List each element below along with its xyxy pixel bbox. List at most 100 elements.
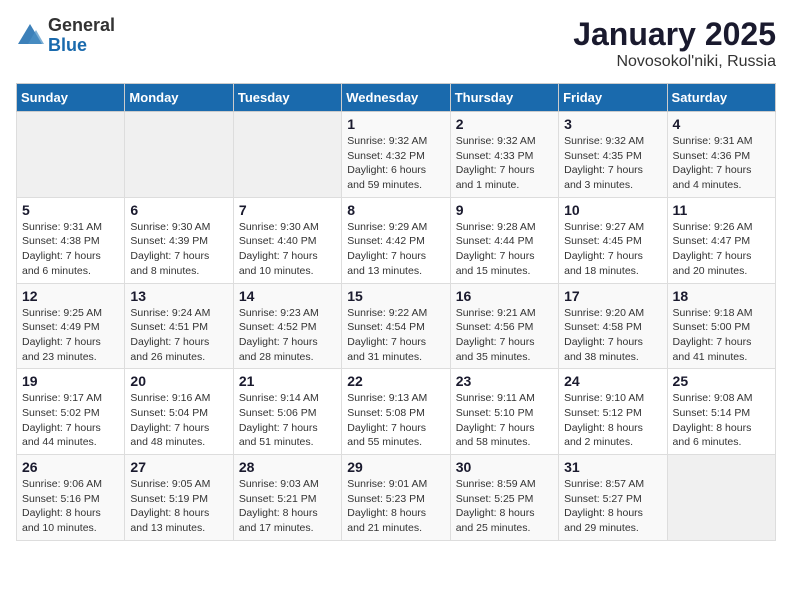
- day-number: 11: [673, 202, 770, 218]
- calendar-week-row: 26 Sunrise: 9:06 AMSunset: 5:16 PMDayligh…: [17, 455, 776, 541]
- day-info: Sunrise: 9:17 AMSunset: 5:02 PMDaylight:…: [22, 391, 119, 450]
- weekday-header: Monday: [125, 84, 233, 112]
- day-number: 19: [22, 373, 119, 389]
- calendar-cell: [667, 455, 775, 541]
- calendar-cell: 8 Sunrise: 9:29 AMSunset: 4:42 PMDaylight…: [342, 197, 450, 283]
- day-number: 22: [347, 373, 444, 389]
- day-info: Sunrise: 9:31 AMSunset: 4:38 PMDaylight:…: [22, 220, 119, 279]
- calendar-cell: 24 Sunrise: 9:10 AMSunset: 5:12 PMDayligh…: [559, 369, 667, 455]
- calendar-week-row: 12 Sunrise: 9:25 AMSunset: 4:49 PMDayligh…: [17, 283, 776, 369]
- weekday-header: Wednesday: [342, 84, 450, 112]
- day-number: 13: [130, 288, 227, 304]
- day-number: 9: [456, 202, 553, 218]
- day-info: Sunrise: 9:05 AMSunset: 5:19 PMDaylight:…: [130, 477, 227, 536]
- calendar-cell: 21 Sunrise: 9:14 AMSunset: 5:06 PMDayligh…: [233, 369, 341, 455]
- day-info: Sunrise: 8:57 AMSunset: 5:27 PMDaylight:…: [564, 477, 661, 536]
- calendar-cell: [17, 112, 125, 198]
- day-info: Sunrise: 9:22 AMSunset: 4:54 PMDaylight:…: [347, 306, 444, 365]
- day-number: 16: [456, 288, 553, 304]
- day-info: Sunrise: 9:27 AMSunset: 4:45 PMDaylight:…: [564, 220, 661, 279]
- calendar-cell: [125, 112, 233, 198]
- day-number: 1: [347, 116, 444, 132]
- day-number: 6: [130, 202, 227, 218]
- calendar-cell: 20 Sunrise: 9:16 AMSunset: 5:04 PMDayligh…: [125, 369, 233, 455]
- day-number: 15: [347, 288, 444, 304]
- weekday-header: Thursday: [450, 84, 558, 112]
- day-info: Sunrise: 9:32 AMSunset: 4:33 PMDaylight:…: [456, 134, 553, 193]
- calendar-cell: 16 Sunrise: 9:21 AMSunset: 4:56 PMDayligh…: [450, 283, 558, 369]
- day-number: 26: [22, 459, 119, 475]
- calendar-cell: 3 Sunrise: 9:32 AMSunset: 4:35 PMDaylight…: [559, 112, 667, 198]
- day-info: Sunrise: 9:20 AMSunset: 4:58 PMDaylight:…: [564, 306, 661, 365]
- weekday-header: Saturday: [667, 84, 775, 112]
- logo-icon: [16, 22, 44, 50]
- day-number: 12: [22, 288, 119, 304]
- day-info: Sunrise: 9:18 AMSunset: 5:00 PMDaylight:…: [673, 306, 770, 365]
- day-info: Sunrise: 9:26 AMSunset: 4:47 PMDaylight:…: [673, 220, 770, 279]
- calendar-cell: 13 Sunrise: 9:24 AMSunset: 4:51 PMDayligh…: [125, 283, 233, 369]
- day-number: 14: [239, 288, 336, 304]
- day-number: 29: [347, 459, 444, 475]
- day-info: Sunrise: 9:11 AMSunset: 5:10 PMDaylight:…: [456, 391, 553, 450]
- day-number: 31: [564, 459, 661, 475]
- day-info: Sunrise: 9:23 AMSunset: 4:52 PMDaylight:…: [239, 306, 336, 365]
- day-info: Sunrise: 9:01 AMSunset: 5:23 PMDaylight:…: [347, 477, 444, 536]
- day-number: 3: [564, 116, 661, 132]
- calendar-cell: 27 Sunrise: 9:05 AMSunset: 5:19 PMDayligh…: [125, 455, 233, 541]
- day-info: Sunrise: 9:29 AMSunset: 4:42 PMDaylight:…: [347, 220, 444, 279]
- weekday-header: Tuesday: [233, 84, 341, 112]
- day-info: Sunrise: 9:25 AMSunset: 4:49 PMDaylight:…: [22, 306, 119, 365]
- day-info: Sunrise: 8:59 AMSunset: 5:25 PMDaylight:…: [456, 477, 553, 536]
- calendar-week-row: 1 Sunrise: 9:32 AMSunset: 4:32 PMDaylight…: [17, 112, 776, 198]
- day-number: 21: [239, 373, 336, 389]
- calendar-week-row: 19 Sunrise: 9:17 AMSunset: 5:02 PMDayligh…: [17, 369, 776, 455]
- title-section: January 2025 Novosokol'niki, Russia: [573, 16, 776, 71]
- calendar-cell: 11 Sunrise: 9:26 AMSunset: 4:47 PMDayligh…: [667, 197, 775, 283]
- day-info: Sunrise: 9:08 AMSunset: 5:14 PMDaylight:…: [673, 391, 770, 450]
- calendar-cell: 29 Sunrise: 9:01 AMSunset: 5:23 PMDayligh…: [342, 455, 450, 541]
- weekday-header-row: SundayMondayTuesdayWednesdayThursdayFrid…: [17, 84, 776, 112]
- calendar-cell: 19 Sunrise: 9:17 AMSunset: 5:02 PMDayligh…: [17, 369, 125, 455]
- day-number: 17: [564, 288, 661, 304]
- day-number: 27: [130, 459, 227, 475]
- day-number: 20: [130, 373, 227, 389]
- calendar-cell: 5 Sunrise: 9:31 AMSunset: 4:38 PMDaylight…: [17, 197, 125, 283]
- day-number: 24: [564, 373, 661, 389]
- day-info: Sunrise: 9:32 AMSunset: 4:32 PMDaylight:…: [347, 134, 444, 193]
- day-info: Sunrise: 9:30 AMSunset: 4:39 PMDaylight:…: [130, 220, 227, 279]
- day-number: 8: [347, 202, 444, 218]
- day-info: Sunrise: 9:24 AMSunset: 4:51 PMDaylight:…: [130, 306, 227, 365]
- day-info: Sunrise: 9:14 AMSunset: 5:06 PMDaylight:…: [239, 391, 336, 450]
- day-number: 5: [22, 202, 119, 218]
- logo-general-text: General: [48, 16, 115, 36]
- day-info: Sunrise: 9:10 AMSunset: 5:12 PMDaylight:…: [564, 391, 661, 450]
- day-info: Sunrise: 9:06 AMSunset: 5:16 PMDaylight:…: [22, 477, 119, 536]
- calendar-cell: 22Sunrise: 9:13 AMSunset: 5:08 PMDayligh…: [342, 369, 450, 455]
- calendar-cell: 4Sunrise: 9:31 AMSunset: 4:36 PMDaylight…: [667, 112, 775, 198]
- page-header: General Blue January 2025 Novosokol'niki…: [16, 16, 776, 71]
- calendar-cell: 28Sunrise: 9:03 AMSunset: 5:21 PMDayligh…: [233, 455, 341, 541]
- day-info: Sunrise: 9:21 AMSunset: 4:56 PMDaylight:…: [456, 306, 553, 365]
- day-number: 2: [456, 116, 553, 132]
- calendar-cell: 15 Sunrise: 9:22 AMSunset: 4:54 PMDayligh…: [342, 283, 450, 369]
- calendar-cell: 14 Sunrise: 9:23 AMSunset: 4:52 PMDayligh…: [233, 283, 341, 369]
- day-number: 4: [673, 116, 770, 132]
- calendar-week-row: 5 Sunrise: 9:31 AMSunset: 4:38 PMDaylight…: [17, 197, 776, 283]
- calendar-cell: 25Sunrise: 9:08 AMSunset: 5:14 PMDayligh…: [667, 369, 775, 455]
- calendar-title: January 2025: [573, 16, 776, 53]
- day-number: 23: [456, 373, 553, 389]
- calendar-cell: 12 Sunrise: 9:25 AMSunset: 4:49 PMDayligh…: [17, 283, 125, 369]
- logo: General Blue: [16, 16, 115, 56]
- calendar-cell: 30 Sunrise: 8:59 AMSunset: 5:25 PMDayligh…: [450, 455, 558, 541]
- logo-blue-text: Blue: [48, 36, 115, 56]
- day-info: Sunrise: 9:32 AMSunset: 4:35 PMDaylight:…: [564, 134, 661, 193]
- day-info: Sunrise: 9:28 AMSunset: 4:44 PMDaylight:…: [456, 220, 553, 279]
- day-number: 7: [239, 202, 336, 218]
- calendar-cell: 23 Sunrise: 9:11 AMSunset: 5:10 PMDayligh…: [450, 369, 558, 455]
- calendar-cell: 26 Sunrise: 9:06 AMSunset: 5:16 PMDayligh…: [17, 455, 125, 541]
- calendar-table: SundayMondayTuesdayWednesdayThursdayFrid…: [16, 83, 776, 541]
- calendar-cell: 9 Sunrise: 9:28 AMSunset: 4:44 PMDaylight…: [450, 197, 558, 283]
- day-number: 10: [564, 202, 661, 218]
- day-number: 30: [456, 459, 553, 475]
- day-info: Sunrise: 9:16 AMSunset: 5:04 PMDaylight:…: [130, 391, 227, 450]
